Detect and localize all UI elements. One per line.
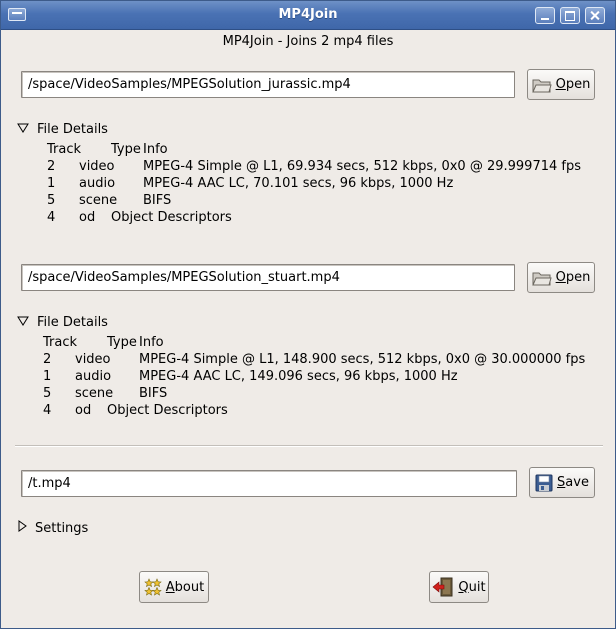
column-header-type: Type <box>111 142 141 157</box>
track-cell: 2 <box>47 159 56 174</box>
app-window: MP4Join MP4Join - Joins 2 mp4 files /spa… <box>0 0 616 629</box>
type-cell: audio <box>75 369 112 384</box>
file1-open-label: Open <box>555 77 591 92</box>
track-cell: 1 <box>43 369 52 384</box>
table-row: 1 audio MPEG-4 AAC LC, 149.096 secs, 96 … <box>43 368 609 385</box>
info-cell: MPEG-4 AAC LC, 70.101 secs, 96 kbps, 100… <box>143 176 454 191</box>
type-cell: scene <box>79 193 118 208</box>
info-cell: MPEG-4 Simple @ L1, 69.934 secs, 512 kbp… <box>143 159 581 174</box>
table-row: 5 scene BIFS <box>47 192 607 209</box>
type-cell: video <box>79 159 115 174</box>
file2-details-expander[interactable]: File Details <box>17 315 108 330</box>
file2-open-label: Open <box>555 270 591 285</box>
type-cell: video <box>75 352 111 367</box>
expanded-arrow-icon <box>17 122 29 137</box>
minimize-button[interactable] <box>535 7 555 24</box>
settings-label: Settings <box>35 520 89 536</box>
file2-track-table: Track Type Info 2 video MPEG-4 Simple @ … <box>43 334 609 419</box>
close-button[interactable] <box>585 7 605 24</box>
table-header-row: Track Type Info <box>47 141 607 158</box>
info-cell: BIFS <box>143 193 172 208</box>
info-cell: Object Descriptors <box>111 210 232 225</box>
file1-details-label: File Details <box>37 122 108 137</box>
info-cell: Object Descriptors <box>107 403 228 418</box>
track-cell: 1 <box>47 176 56 191</box>
file1-open-button[interactable]: Open <box>527 69 595 100</box>
table-row: 4 od Object Descriptors <box>43 402 609 419</box>
save-icon <box>535 474 553 492</box>
column-header-track: Track <box>43 335 78 350</box>
window-title: MP4Join <box>278 7 338 22</box>
table-row: 2 video MPEG-4 Simple @ L1, 69.934 secs,… <box>47 158 607 175</box>
info-cell: BIFS <box>139 386 168 401</box>
table-row: 5 scene BIFS <box>43 385 609 402</box>
collapsed-arrow-icon <box>17 520 27 536</box>
info-cell: MPEG-4 AAC LC, 149.096 secs, 96 kbps, 10… <box>139 369 458 384</box>
track-cell: 4 <box>47 210 56 225</box>
quit-label: Quit <box>458 579 486 595</box>
file2-path-input[interactable]: /space/VideoSamples/MPEGSolution_stuart.… <box>21 264 515 291</box>
column-header-info: Info <box>139 335 164 350</box>
stars-icon <box>143 578 162 596</box>
column-header-type: Type <box>107 335 137 350</box>
type-cell: od <box>75 403 92 418</box>
info-cell: MPEG-4 Simple @ L1, 148.900 secs, 512 kb… <box>139 352 586 367</box>
type-cell: scene <box>75 386 114 401</box>
expanded-arrow-icon <box>17 315 29 330</box>
separator <box>15 445 603 447</box>
file2-open-button[interactable]: Open <box>527 262 595 293</box>
track-cell: 4 <box>43 403 52 418</box>
file2-details-label: File Details <box>37 315 108 330</box>
table-header-row: Track Type Info <box>43 334 609 351</box>
about-button[interactable]: About <box>139 571 209 603</box>
track-cell: 5 <box>47 193 56 208</box>
folder-open-icon <box>531 77 552 93</box>
about-label: About <box>165 579 205 595</box>
file1-details-expander[interactable]: File Details <box>17 122 108 137</box>
save-label: Save <box>557 475 589 490</box>
save-button[interactable]: Save <box>529 467 595 498</box>
column-header-track: Track <box>47 142 82 157</box>
app-description: MP4Join - Joins 2 mp4 files <box>222 34 394 49</box>
type-cell: od <box>79 210 96 225</box>
table-row: 2 video MPEG-4 Simple @ L1, 148.900 secs… <box>43 351 609 368</box>
title-bar[interactable]: MP4Join <box>1 1 615 30</box>
maximize-button[interactable] <box>560 7 580 24</box>
track-cell: 2 <box>43 352 52 367</box>
quit-button[interactable]: Quit <box>429 571 489 603</box>
column-header-info: Info <box>143 142 168 157</box>
track-cell: 5 <box>43 386 52 401</box>
exit-door-icon <box>432 577 454 597</box>
type-cell: audio <box>79 176 116 191</box>
file1-track-table: Track Type Info 2 video MPEG-4 Simple @ … <box>47 141 607 226</box>
table-row: 1 audio MPEG-4 AAC LC, 70.101 secs, 96 k… <box>47 175 607 192</box>
output-path-input[interactable]: /t.mp4 <box>21 470 517 497</box>
file1-path-input[interactable]: /space/VideoSamples/MPEGSolution_jurassi… <box>21 71 515 98</box>
table-row: 4 od Object Descriptors <box>47 209 607 226</box>
folder-open-icon <box>531 270 552 286</box>
settings-expander[interactable]: Settings <box>17 520 88 536</box>
